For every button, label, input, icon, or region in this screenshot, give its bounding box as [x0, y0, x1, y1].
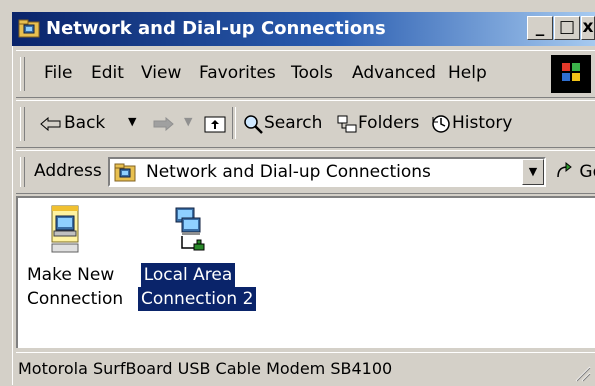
up-folder-icon [204, 116, 226, 133]
lan-connection-icon [175, 207, 205, 251]
folders-button[interactable]: Folders [334, 107, 426, 141]
maximize-button[interactable]: □ [554, 16, 580, 40]
item-label-line1: Make New [27, 265, 115, 285]
history-button[interactable]: History [428, 107, 524, 141]
address-value: Network and Dial-up Connections [146, 162, 431, 182]
toolbar-separator [232, 107, 236, 139]
status-bar: Motorola SurfBoard USB Cable Modem SB410… [16, 352, 595, 386]
address-input[interactable]: Network and Dial-up Connections ▼ [108, 157, 546, 187]
back-dropdown-icon[interactable]: ▼ [128, 115, 136, 128]
resize-grip-icon[interactable] [573, 364, 591, 382]
search-icon [244, 115, 263, 134]
menu-view[interactable]: View [141, 63, 181, 83]
back-button[interactable]: Back ▼ [36, 107, 146, 141]
network-folder-icon [18, 19, 40, 38]
go-button[interactable]: Go [554, 161, 595, 182]
address-dropdown-button[interactable]: ▼ [522, 159, 544, 185]
toolbar-grip[interactable] [20, 107, 25, 141]
back-label: Back [64, 113, 106, 133]
explorer-window: Network and Dial-up Connections _ □ x Fi… [0, 0, 595, 386]
address-label: Address [34, 161, 102, 181]
window-title: Network and Dial-up Connections [46, 18, 386, 39]
menu-help[interactable]: Help [448, 63, 487, 83]
forward-arrow-icon [153, 117, 174, 131]
network-folder-icon [114, 163, 136, 182]
folder-content-pane[interactable]: Make New Connection Local Area Connectio… [16, 196, 595, 348]
close-button[interactable]: x [581, 16, 595, 40]
menu-grip[interactable] [20, 57, 25, 91]
up-folder-button[interactable] [202, 109, 228, 137]
go-arrow-icon [557, 161, 572, 178]
item-label-line2: Connection [27, 289, 124, 309]
address-bar: Address Network and Dial-up Connections … [16, 150, 595, 194]
menu-advanced[interactable]: Advanced [352, 63, 436, 83]
menu-bar: File Edit View Favorites Tools Advanced … [16, 50, 595, 98]
windows-flag-icon [562, 63, 580, 81]
search-button[interactable]: Search [240, 107, 332, 141]
item-label-line2: Connection 2 [138, 287, 257, 311]
windows-logo [551, 55, 591, 93]
folders-icon [337, 115, 357, 133]
back-arrow-icon [40, 117, 61, 131]
menu-favorites[interactable]: Favorites [199, 63, 276, 83]
history-icon [432, 115, 450, 133]
forward-dropdown-icon[interactable]: ▼ [184, 115, 192, 128]
menu-tools[interactable]: Tools [291, 63, 333, 83]
address-grip[interactable] [20, 157, 25, 187]
minimize-button[interactable]: _ [527, 16, 553, 40]
status-text: Motorola SurfBoard USB Cable Modem SB410… [18, 359, 393, 378]
make-new-connection-item[interactable]: Make New Connection [24, 204, 123, 311]
search-label: Search [264, 113, 323, 133]
folders-label: Folders [358, 113, 420, 133]
history-label: History [452, 113, 513, 133]
forward-button[interactable]: ▼ [148, 107, 204, 141]
go-label: Go [579, 162, 595, 182]
title-bar[interactable]: Network and Dial-up Connections _ □ x [12, 12, 595, 46]
chevron-down-icon: ▼ [528, 165, 538, 178]
standard-toolbar: Back ▼ ▼ Search Folders History [16, 100, 595, 148]
menu-file[interactable]: File [44, 63, 72, 83]
item-label-line1: Local Area [140, 263, 236, 287]
make-new-connection-icon [51, 205, 79, 253]
menu-edit[interactable]: Edit [91, 63, 124, 83]
local-area-connection-item[interactable]: Local Area Connection 2 [138, 204, 257, 311]
